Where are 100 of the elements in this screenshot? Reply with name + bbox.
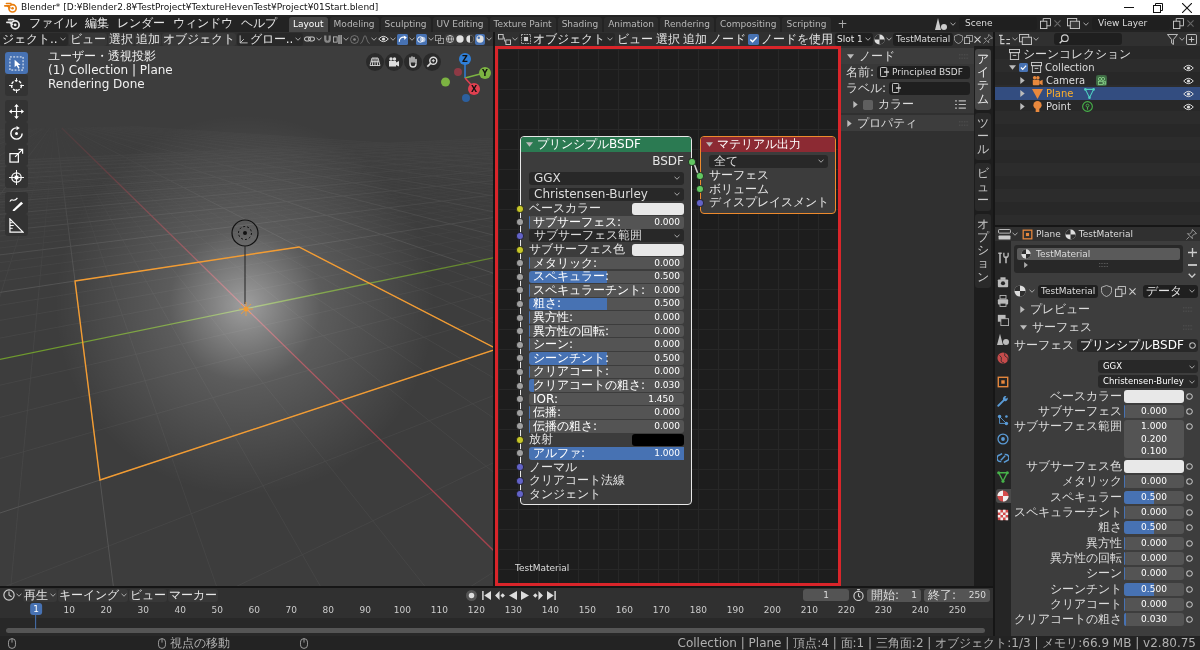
copy-icon[interactable] (964, 34, 974, 44)
slider-field[interactable]: メタリック: 0.000 (529, 256, 684, 270)
plus-icon[interactable] (1187, 248, 1197, 257)
blender-logo-icon[interactable] (6, 17, 20, 30)
slider-field[interactable]: 異方性: 0.000 (529, 311, 684, 324)
tool-button[interactable] (5, 192, 28, 214)
socket-icon[interactable] (516, 259, 524, 268)
workspace-tab[interactable]: Texture Paint (489, 17, 556, 32)
menu-item[interactable]: オブジェクト (161, 32, 236, 46)
checkbox[interactable] (748, 33, 759, 45)
disclosure-triangle-icon[interactable] (847, 119, 852, 127)
disclosure-triangle-icon[interactable] (1009, 65, 1016, 70)
ring-icon[interactable] (1186, 509, 1193, 516)
tool-button[interactable] (5, 214, 28, 236)
hand-icon[interactable] (404, 53, 422, 71)
close-icon[interactable] (1182, 2, 1192, 13)
workspace-tab[interactable]: Sculpting (380, 17, 431, 32)
dropdown-field[interactable]: 全て (709, 154, 828, 168)
caret-icon[interactable] (486, 37, 493, 41)
menu-item[interactable]: マーカー (168, 588, 218, 602)
view-layer-field[interactable]: View Layer (1092, 17, 1170, 30)
orientation-dropdown[interactable]: グロー.. (236, 32, 304, 46)
caret-icon[interactable] (16, 593, 22, 597)
movie-camera-icon[interactable] (385, 53, 403, 71)
image-stack-icon[interactable] (1019, 33, 1032, 45)
shader-field[interactable]: プリンシプルBSDF (1077, 339, 1198, 353)
socket-icon[interactable] (688, 157, 696, 166)
slider-field[interactable]: サブサーフェス: 0.000 (529, 216, 684, 229)
menu-item[interactable]: ヘルプ (237, 17, 281, 30)
menu-item[interactable]: 追加 (134, 32, 161, 46)
eye-icon[interactable] (1183, 89, 1194, 98)
color-field[interactable] (1124, 390, 1184, 404)
caret-icon[interactable] (316, 37, 323, 41)
restore-icon[interactable] (1153, 2, 1163, 13)
slider-field[interactable]: シーンチント: 0.500 (529, 352, 684, 365)
number-field[interactable]: 0.100 (1124, 445, 1184, 458)
shading-button[interactable] (475, 33, 486, 45)
material-field[interactable]: TestMaterial (893, 32, 954, 46)
play-icon[interactable] (520, 590, 529, 600)
slider-field[interactable]: 0.000 (1124, 536, 1184, 550)
copy-icon[interactable] (1115, 285, 1127, 297)
target-icon[interactable] (350, 34, 360, 44)
caret-icon[interactable] (512, 37, 518, 41)
workspace-tab[interactable]: UV Editing (432, 17, 488, 32)
caret-icon[interactable] (371, 37, 378, 41)
color-field[interactable] (632, 433, 684, 446)
properties-tab[interactable] (995, 294, 1011, 308)
disclosure-triangle-icon[interactable] (1020, 305, 1025, 313)
outliner-row[interactable]: Point (995, 100, 1200, 113)
node-header[interactable]: マテリアル出力 (701, 137, 835, 152)
slider-field[interactable]: アルファ: 1.000 (529, 447, 684, 460)
menu-item[interactable]: 追加 (682, 32, 708, 46)
disclosure-triangle-icon[interactable] (1020, 77, 1025, 84)
checkbox[interactable] (1019, 63, 1028, 72)
sidebar-tab[interactable]: ビュー (975, 163, 991, 211)
copy-icon[interactable] (1173, 18, 1184, 29)
workspace-tab[interactable]: Modeling (329, 17, 379, 32)
outliner-row[interactable]: Collection (995, 61, 1200, 74)
eye-icon[interactable] (1183, 63, 1194, 72)
list-item[interactable]: TestMaterial (1017, 248, 1180, 260)
sphere-icon[interactable] (1014, 285, 1026, 297)
menu-item[interactable]: レンダー (113, 17, 169, 30)
overlapping-circles-icon[interactable] (416, 33, 428, 45)
eye-icon[interactable] (1183, 102, 1194, 111)
workspace-tab[interactable]: Scripting (782, 17, 831, 32)
sphere-icon[interactable] (874, 33, 885, 45)
add-tab-button[interactable]: + (832, 17, 853, 32)
slider-field[interactable]: スペキュラー: 0.500 (529, 270, 684, 283)
slider-field[interactable]: 0.500 (1124, 521, 1184, 535)
chevron-icon[interactable] (1188, 273, 1196, 278)
camera-outline-icon[interactable] (1096, 75, 1108, 86)
shield-icon[interactable] (1101, 285, 1113, 297)
color-field[interactable] (1124, 460, 1184, 474)
curved-arrow-icon[interactable] (397, 33, 409, 45)
image-stack-icon[interactable] (1067, 18, 1080, 29)
triangle-vertices-icon[interactable] (1084, 88, 1096, 99)
workspace-tab[interactable]: Animation (604, 17, 659, 32)
socket-icon[interactable] (516, 408, 524, 417)
menu-item[interactable]: 選択 (655, 32, 681, 46)
dropdown-field[interactable]: サブサーフェス範囲 (529, 229, 684, 243)
search-field[interactable] (1054, 33, 1122, 45)
scene-field[interactable]: Scene (959, 17, 1037, 30)
outliner-row[interactable]: Camera (995, 74, 1200, 87)
disclosure-triangle-icon[interactable] (1024, 262, 1028, 268)
number-field[interactable]: 1.000 (1124, 420, 1184, 433)
menu-item[interactable]: ファイル (25, 17, 81, 30)
zoom-icon[interactable] (423, 53, 441, 71)
play-reverse-icon[interactable] (508, 590, 517, 600)
socket-icon[interactable] (696, 171, 704, 180)
slider-field[interactable]: 伝播: 0.000 (529, 406, 684, 419)
tool-button[interactable] (5, 100, 28, 122)
disclosure-triangle-icon[interactable] (847, 53, 854, 59)
menu-item[interactable]: ビュー (129, 588, 167, 602)
eye-icon[interactable] (378, 35, 390, 43)
link-dropdown[interactable]: データ (1143, 284, 1198, 298)
start-frame-field[interactable]: 開始: 1 (867, 588, 921, 602)
properties-tab[interactable] (995, 275, 1011, 289)
caret-icon[interactable] (343, 37, 350, 41)
clock-icon[interactable] (3, 589, 15, 601)
caret-icon[interactable] (886, 37, 892, 41)
